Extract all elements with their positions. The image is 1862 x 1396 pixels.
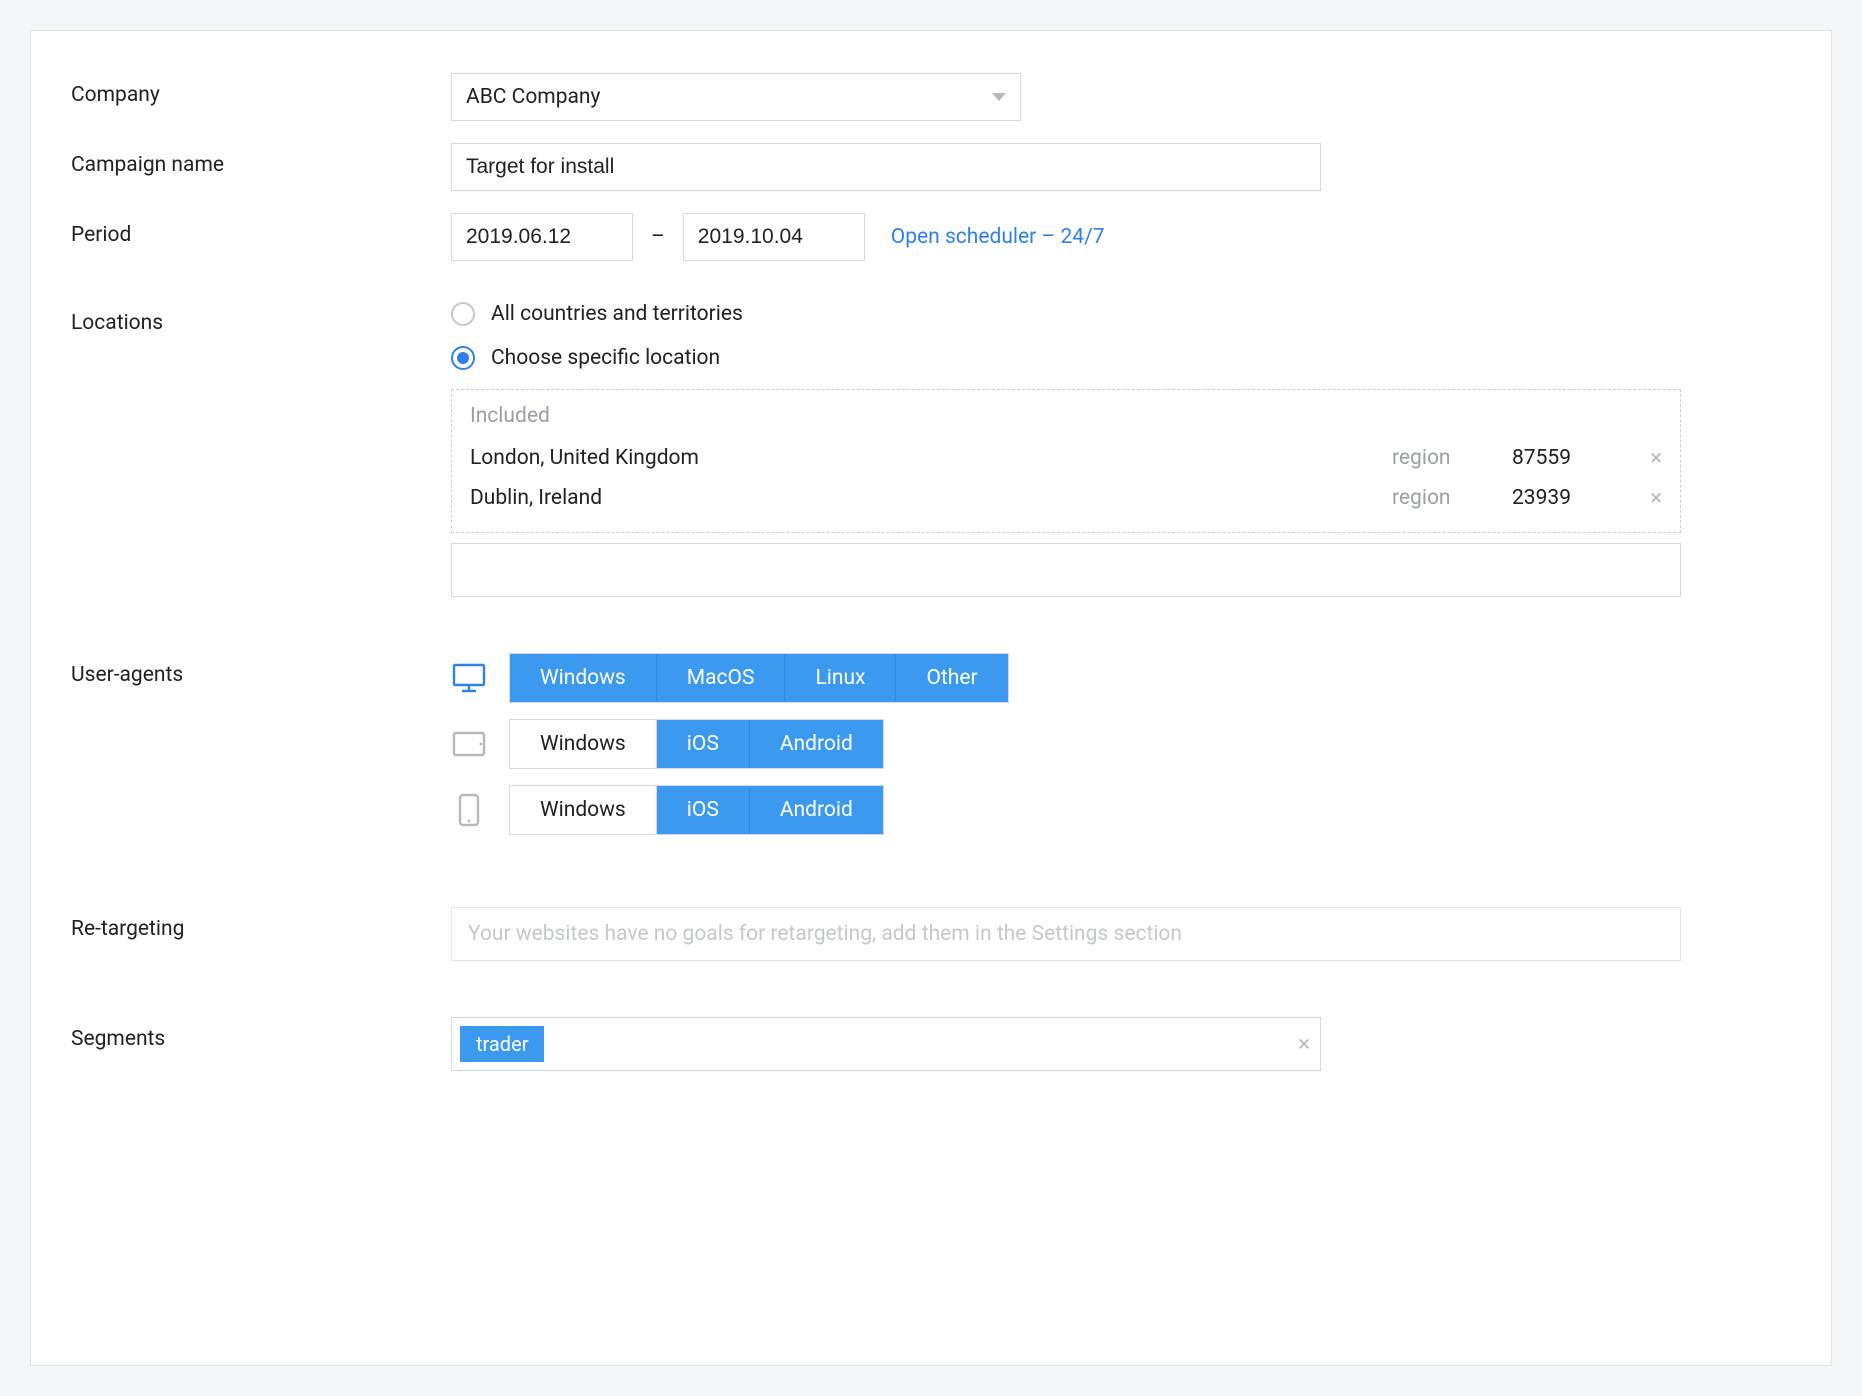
- ua-tablet-ios-button[interactable]: iOS: [657, 720, 750, 768]
- locations-opt-all[interactable]: All countries and territories: [451, 301, 1791, 327]
- locations-opt-all-label: All countries and territories: [491, 302, 743, 326]
- ua-tablet-android-button[interactable]: Android: [749, 720, 883, 768]
- period-dash: –: [651, 225, 665, 249]
- segment-tag[interactable]: trader: [460, 1026, 544, 1062]
- location-count: 23939: [1512, 486, 1632, 510]
- radio-icon: [451, 302, 475, 326]
- ua-desktop-linux-button[interactable]: Linux: [784, 654, 896, 702]
- company-label: Company: [71, 73, 451, 107]
- retargeting-row: Re-targeting Your websites have no goals…: [71, 907, 1791, 961]
- ua-tablet-strip: WindowsiOSAndroid: [509, 719, 884, 769]
- ua-tablet-row: WindowsiOSAndroid: [511, 719, 1791, 769]
- ua-mobile-strip: WindowsiOSAndroid: [509, 785, 884, 835]
- company-row: Company ABC Company: [71, 73, 1791, 121]
- campaign-name-input[interactable]: [451, 143, 1321, 191]
- locations-opt-specific[interactable]: Choose specific location: [451, 345, 1791, 371]
- company-select[interactable]: ABC Company: [451, 73, 1021, 121]
- location-region-label: region: [1392, 446, 1512, 470]
- clear-segments-icon[interactable]: ×: [1298, 1032, 1310, 1057]
- location-item: London, United Kingdom region 87559 ×: [470, 438, 1662, 478]
- location-search-input[interactable]: [451, 543, 1681, 597]
- open-scheduler-link[interactable]: Open scheduler – 24/7: [891, 225, 1105, 249]
- ua-tablet-windows-button[interactable]: Windows: [510, 720, 657, 768]
- ua-mobile-ios-button[interactable]: iOS: [657, 786, 750, 834]
- locations-row: Locations All countries and territories …: [71, 301, 1791, 597]
- location-region-label: region: [1392, 486, 1512, 510]
- tablet-icon: [451, 726, 487, 762]
- ua-mobile-windows-button[interactable]: Windows: [510, 786, 657, 834]
- locations-label: Locations: [71, 301, 451, 335]
- campaign-label: Campaign name: [71, 143, 451, 177]
- ua-desktop-windows-button[interactable]: Windows: [510, 654, 657, 702]
- period-row: Period – Open scheduler – 24/7: [71, 213, 1791, 261]
- period-from-input[interactable]: [451, 213, 633, 261]
- ua-desktop-strip: WindowsMacOSLinuxOther: [509, 653, 1009, 703]
- user-agents-row: User-agents WindowsMacOSLinuxOther Windo…: [71, 653, 1791, 851]
- segments-row: Segments trader ×: [71, 1017, 1791, 1071]
- segments-label: Segments: [71, 1017, 451, 1051]
- ua-mobile-row: WindowsiOSAndroid: [511, 785, 1791, 835]
- remove-location-icon[interactable]: ×: [1632, 486, 1662, 511]
- period-label: Period: [71, 213, 451, 247]
- campaign-row: Campaign name: [71, 143, 1791, 191]
- segments-input[interactable]: trader ×: [451, 1017, 1321, 1071]
- retargeting-input[interactable]: Your websites have no goals for retarget…: [451, 907, 1681, 961]
- retargeting-label: Re-targeting: [71, 907, 451, 941]
- period-to-input[interactable]: [683, 213, 865, 261]
- locations-included-box: Included London, United Kingdom region 8…: [451, 389, 1681, 533]
- ua-desktop-macos-button[interactable]: MacOS: [656, 654, 786, 702]
- ua-mobile-android-button[interactable]: Android: [749, 786, 883, 834]
- campaign-form-panel: Company ABC Company Campaign name Period…: [30, 30, 1832, 1366]
- radio-selected-icon: [451, 346, 475, 370]
- location-name: Dublin, Ireland: [470, 486, 1392, 510]
- locations-opt-specific-label: Choose specific location: [491, 346, 720, 370]
- ua-desktop-row: WindowsMacOSLinuxOther: [511, 653, 1791, 703]
- locations-included-header: Included: [470, 404, 1662, 428]
- chevron-down-icon: [992, 93, 1006, 101]
- ua-label: User-agents: [71, 653, 451, 687]
- location-item: Dublin, Ireland region 23939 ×: [470, 478, 1662, 518]
- remove-location-icon[interactable]: ×: [1632, 446, 1662, 471]
- company-value: ABC Company: [466, 74, 600, 120]
- mobile-icon: [451, 792, 487, 828]
- location-name: London, United Kingdom: [470, 446, 1392, 470]
- desktop-icon: [451, 660, 487, 696]
- location-count: 87559: [1512, 446, 1632, 470]
- ua-desktop-other-button[interactable]: Other: [895, 654, 1007, 702]
